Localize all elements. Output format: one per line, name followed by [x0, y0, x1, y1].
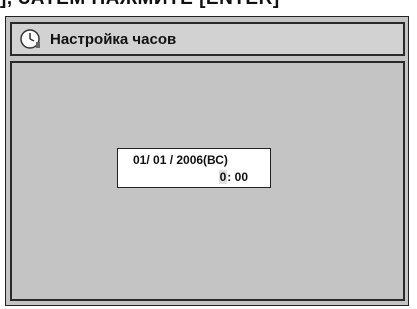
clock-setting-box[interactable]: 01/ 01 / 2006(ВС) 0: 00: [117, 148, 271, 188]
menu-header: Настройка часов: [10, 22, 405, 56]
time-separator: :: [227, 170, 232, 184]
instruction-text: ], ЗАТЕМ НАЖМИТЕ [ENTER]: [0, 0, 280, 10]
hour-field[interactable]: 0: [218, 170, 228, 184]
page-title: Настройка часов: [50, 30, 177, 48]
minute-field[interactable]: 00: [235, 170, 248, 184]
time-value: 0: 00: [118, 170, 248, 184]
clock-icon: [18, 27, 42, 51]
date-value[interactable]: 01/ 01 / 2006(ВС): [133, 153, 228, 167]
instruction-fragment: ], ЗАТЕМ НАЖМИТЕ [ENTER]: [0, 0, 417, 12]
